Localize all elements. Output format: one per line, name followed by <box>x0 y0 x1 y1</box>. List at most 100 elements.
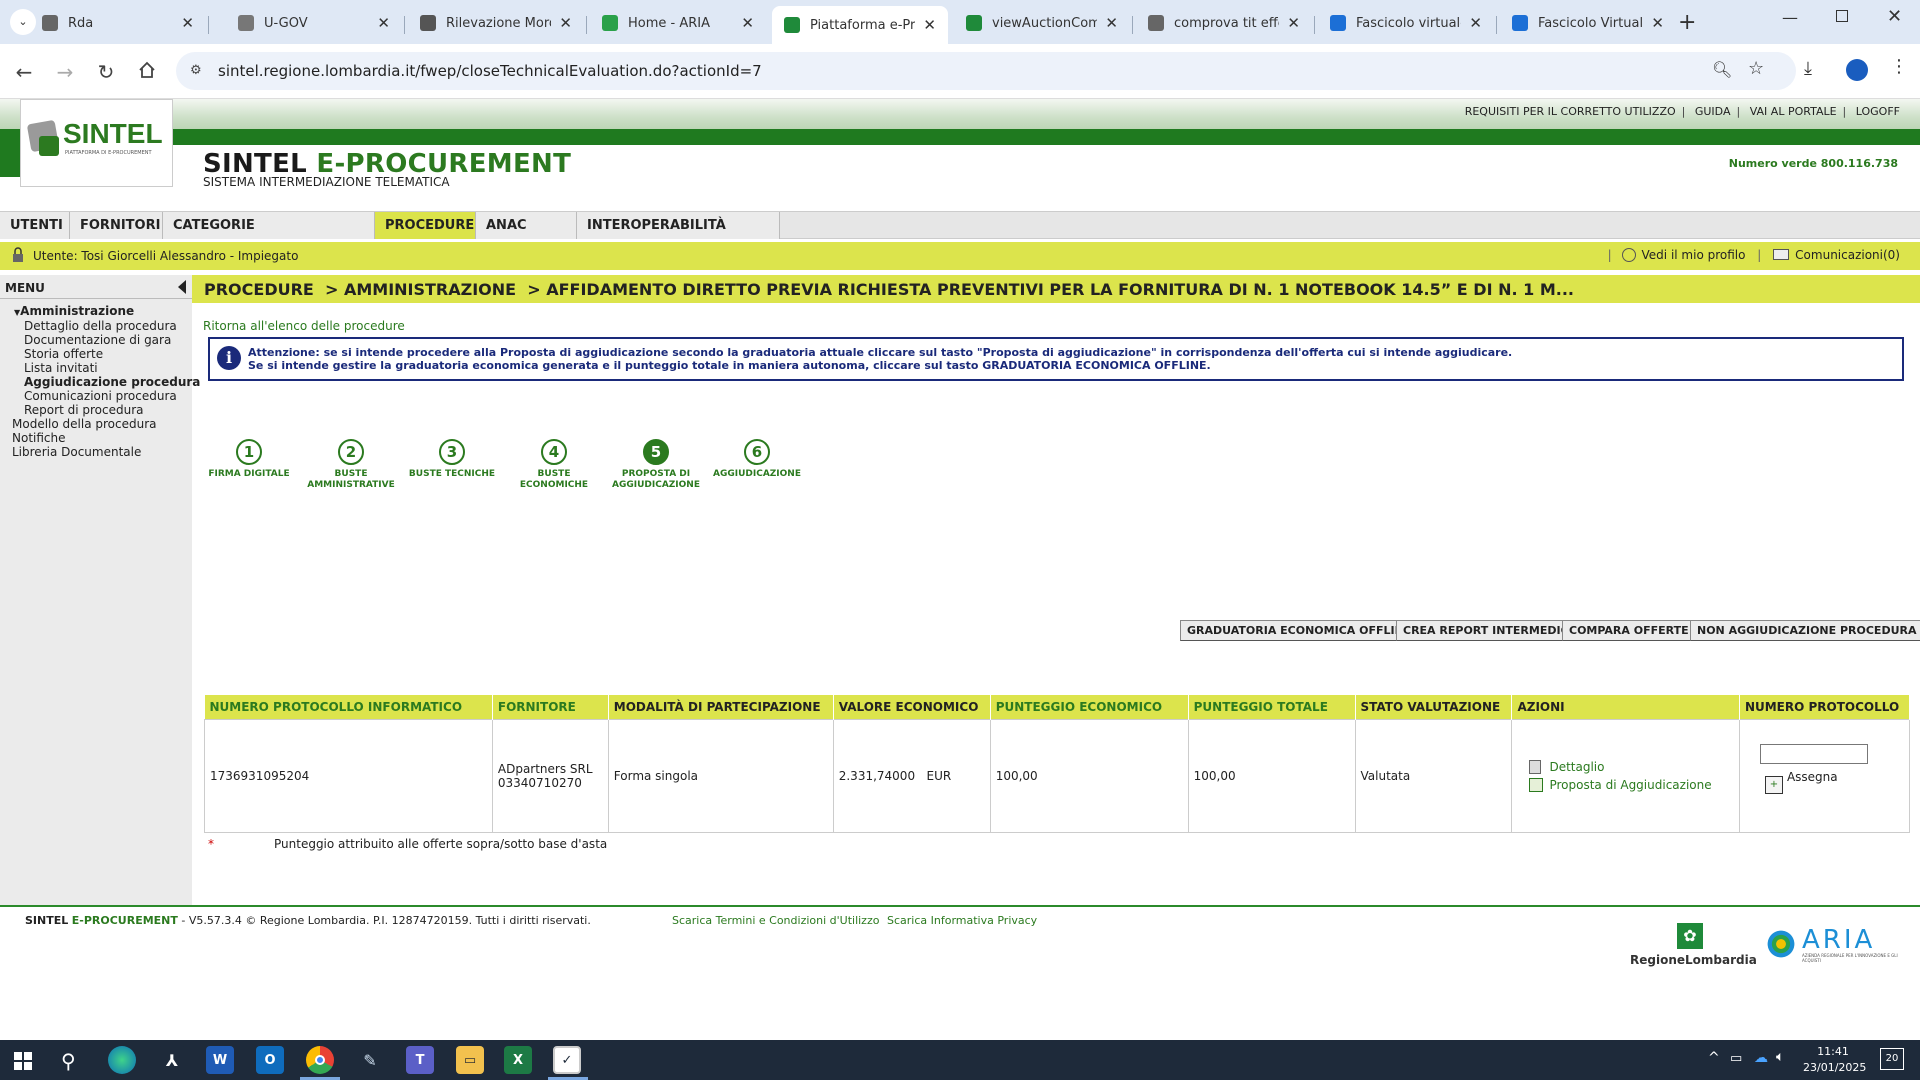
excel-icon[interactable]: X <box>504 1046 532 1074</box>
nav-item[interactable]: CATEGORIE MERCEOLOGICHE <box>163 212 375 260</box>
teams-icon[interactable]: T <box>406 1046 434 1074</box>
footer-terms-link[interactable]: Scarica Termini e Condizioni d'Utilizzo <box>672 914 879 927</box>
acrobat-icon[interactable]: ⅄ <box>158 1046 186 1074</box>
wizard-step[interactable]: 3 BUSTE TECNICHE <box>402 439 502 480</box>
nav-item[interactable]: UTENTI <box>0 212 70 239</box>
link-guida[interactable]: GUIDA <box>1695 105 1731 118</box>
protocollo-input[interactable] <box>1759 744 1868 764</box>
chrome-icon[interactable] <box>306 1046 334 1074</box>
word-icon[interactable]: W <box>206 1046 234 1074</box>
sidebar-item[interactable]: Storia offerte <box>24 347 103 361</box>
main-nav: UTENTIFORNITORICATEGORIE MERCEOLOGICHEPR… <box>0 211 1920 260</box>
close-tab-icon[interactable]: ✕ <box>181 14 194 32</box>
sidebar-item[interactable]: Report di procedura <box>24 403 143 417</box>
close-tab-icon[interactable]: ✕ <box>1469 14 1482 32</box>
edge-icon[interactable] <box>108 1046 136 1074</box>
clock[interactable]: 11:41 23/01/2025 <box>1803 1044 1866 1076</box>
close-tab-icon[interactable]: ✕ <box>1651 14 1664 32</box>
site-info-icon[interactable]: ⚙ <box>190 63 202 78</box>
bookmark-star-icon[interactable]: ☆ <box>1748 58 1764 79</box>
link-requisiti[interactable]: REQUISITI PER IL CORRETTO UTILIZZO <box>1465 105 1676 118</box>
close-window-button[interactable]: ✕ <box>1887 6 1902 27</box>
proposta-label: Proposta di Aggiudicazione <box>1549 778 1712 792</box>
wizard-step[interactable]: 4 BUSTE ECONOMICHE <box>504 439 604 491</box>
browser-menu-icon[interactable]: ⋮ <box>1890 56 1908 77</box>
sidebar-item[interactable]: Comunicazioni procedura <box>24 389 177 403</box>
close-tab-icon[interactable]: ✕ <box>559 14 572 32</box>
sidebar-item[interactable]: Libreria Documentale <box>12 445 141 459</box>
sidebar-item[interactable]: Dettaglio della procedura <box>24 319 177 333</box>
sidebar-item[interactable]: Notifiche <box>12 431 66 445</box>
browser-tab[interactable]: Fascicolo Virtuale ✕ <box>1500 6 1676 40</box>
action-button[interactable]: CREA REPORT INTERMEDIO <box>1396 620 1577 641</box>
browser-tab[interactable]: Piattaforma e-Procurement ✕ <box>772 6 948 44</box>
close-tab-icon[interactable]: ✕ <box>377 14 390 32</box>
action-button[interactable]: GRADUATORIA ECONOMICA OFFLINE <box>1180 620 1419 641</box>
restore-button[interactable] <box>1836 10 1848 22</box>
link-logoff[interactable]: LOGOFF <box>1856 105 1900 118</box>
back-button[interactable]: ← <box>10 58 38 86</box>
volume-icon[interactable]: 🔈︎ <box>1776 1049 1784 1065</box>
nav-item[interactable]: FORNITORI <box>70 212 163 239</box>
file-explorer-icon[interactable]: ▭ <box>456 1046 484 1074</box>
browser-tab[interactable]: comprova tit effettiva ✕ <box>1136 6 1312 40</box>
sidebar-section-amministrazione[interactable]: ▼Amministrazione <box>14 304 134 318</box>
table-header-cell: VALORE ECONOMICO <box>833 695 991 720</box>
step-label: AGGIUDICAZIONE <box>707 469 807 480</box>
notifications-icon[interactable]: 20 <box>1880 1048 1904 1070</box>
app-check-icon[interactable]: ✓ <box>553 1046 581 1074</box>
forward-button[interactable]: → <box>51 58 79 86</box>
browser-tab[interactable]: U-GOV ✕ <box>226 6 402 40</box>
tray-chevron-icon[interactable]: ^ <box>1708 1050 1720 1066</box>
back-to-list-link[interactable]: Ritorna all'elenco delle procedure <box>203 319 405 333</box>
close-tab-icon[interactable]: ✕ <box>1287 14 1300 32</box>
onedrive-icon[interactable]: ☁ <box>1754 1050 1768 1066</box>
sintel-logo[interactable]: SINTEL PIATTAFORMA DI E-PROCUREMENT <box>20 99 173 187</box>
action-proposta[interactable]: Proposta di Aggiudicazione <box>1529 778 1733 792</box>
step-label-line1: BUSTE <box>334 469 368 479</box>
profile-avatar[interactable] <box>1846 59 1868 81</box>
wizard-step[interactable]: 6 AGGIUDICAZIONE <box>707 439 807 480</box>
wizard-step[interactable]: 5 PROPOSTA DI AGGIUDICAZIONE <box>606 439 706 491</box>
wizard-step[interactable]: 1 FIRMA DIGITALE <box>199 439 299 480</box>
download-icon[interactable]: ⤓ <box>1804 58 1812 79</box>
close-tab-icon[interactable]: ✕ <box>1105 14 1118 32</box>
sidebar-item[interactable]: Documentazione di gara <box>24 333 171 347</box>
assegna-button[interactable]: +Assegna <box>1764 770 1904 794</box>
close-tab-icon[interactable]: ✕ <box>741 14 754 32</box>
home-button[interactable] <box>133 58 161 86</box>
network-icon[interactable]: ▭ <box>1730 1051 1742 1066</box>
browser-tab[interactable]: Fascicolo virtuale d ✕ <box>1318 6 1494 40</box>
app-pen-icon[interactable]: ✎ <box>356 1046 384 1074</box>
link-comunicazioni[interactable]: Comunicazioni(0) <box>1795 248 1900 262</box>
url-text[interactable]: sintel.regione.lombardia.it/fwep/closeTe… <box>218 62 762 80</box>
wizard-step[interactable]: 2 BUSTE AMMINISTRATIVE <box>301 439 401 491</box>
browser-tab[interactable]: viewAuctionCommunication ✕ <box>954 6 1130 40</box>
omnibox[interactable]: ⚙ sintel.regione.lombardia.it/fwep/close… <box>176 52 1796 90</box>
minimize-button[interactable]: — <box>1782 8 1798 27</box>
close-tab-icon[interactable]: ✕ <box>923 16 936 34</box>
logo-text: SINTEL <box>63 118 163 149</box>
sidebar-item[interactable]: Aggiudicazione procedura <box>24 375 200 389</box>
action-button[interactable]: COMPARA OFFERTE <box>1562 620 1696 641</box>
sidebar-item[interactable]: Lista invitati <box>24 361 98 375</box>
windows-start-icon[interactable] <box>14 1052 32 1070</box>
zoom-icon[interactable]: 🔍︎ <box>1712 60 1732 79</box>
action-button[interactable]: NON AGGIUDICAZIONE PROCEDURA <box>1690 620 1920 641</box>
new-tab-button[interactable]: + <box>1678 10 1696 35</box>
footer-privacy-link[interactable]: Scarica Informativa Privacy <box>887 914 1037 927</box>
outlook-icon[interactable]: O <box>256 1046 284 1074</box>
nav-item[interactable]: ANAC L.190 <box>476 212 577 260</box>
browser-tab[interactable]: Rilevazione Morosità ✕ <box>408 6 584 40</box>
nav-item[interactable]: PROCEDURE <box>375 212 476 239</box>
browser-tab[interactable]: Rda ✕ <box>30 6 206 40</box>
link-profilo[interactable]: Vedi il mio profilo <box>1642 248 1746 262</box>
collapse-menu-icon[interactable] <box>178 280 186 294</box>
link-portale[interactable]: VAI AL PORTALE <box>1750 105 1837 118</box>
nav-item[interactable]: INTEROPERABILITÀ APPALTI <box>577 212 780 260</box>
search-icon[interactable]: ⚲ <box>61 1049 76 1073</box>
reload-button[interactable]: ↻ <box>92 58 120 86</box>
browser-tab[interactable]: Home - ARIA ✕ <box>590 6 766 40</box>
action-dettaglio[interactable]: Dettaglio <box>1529 760 1733 774</box>
sidebar-item[interactable]: Modello della procedura <box>12 417 156 431</box>
